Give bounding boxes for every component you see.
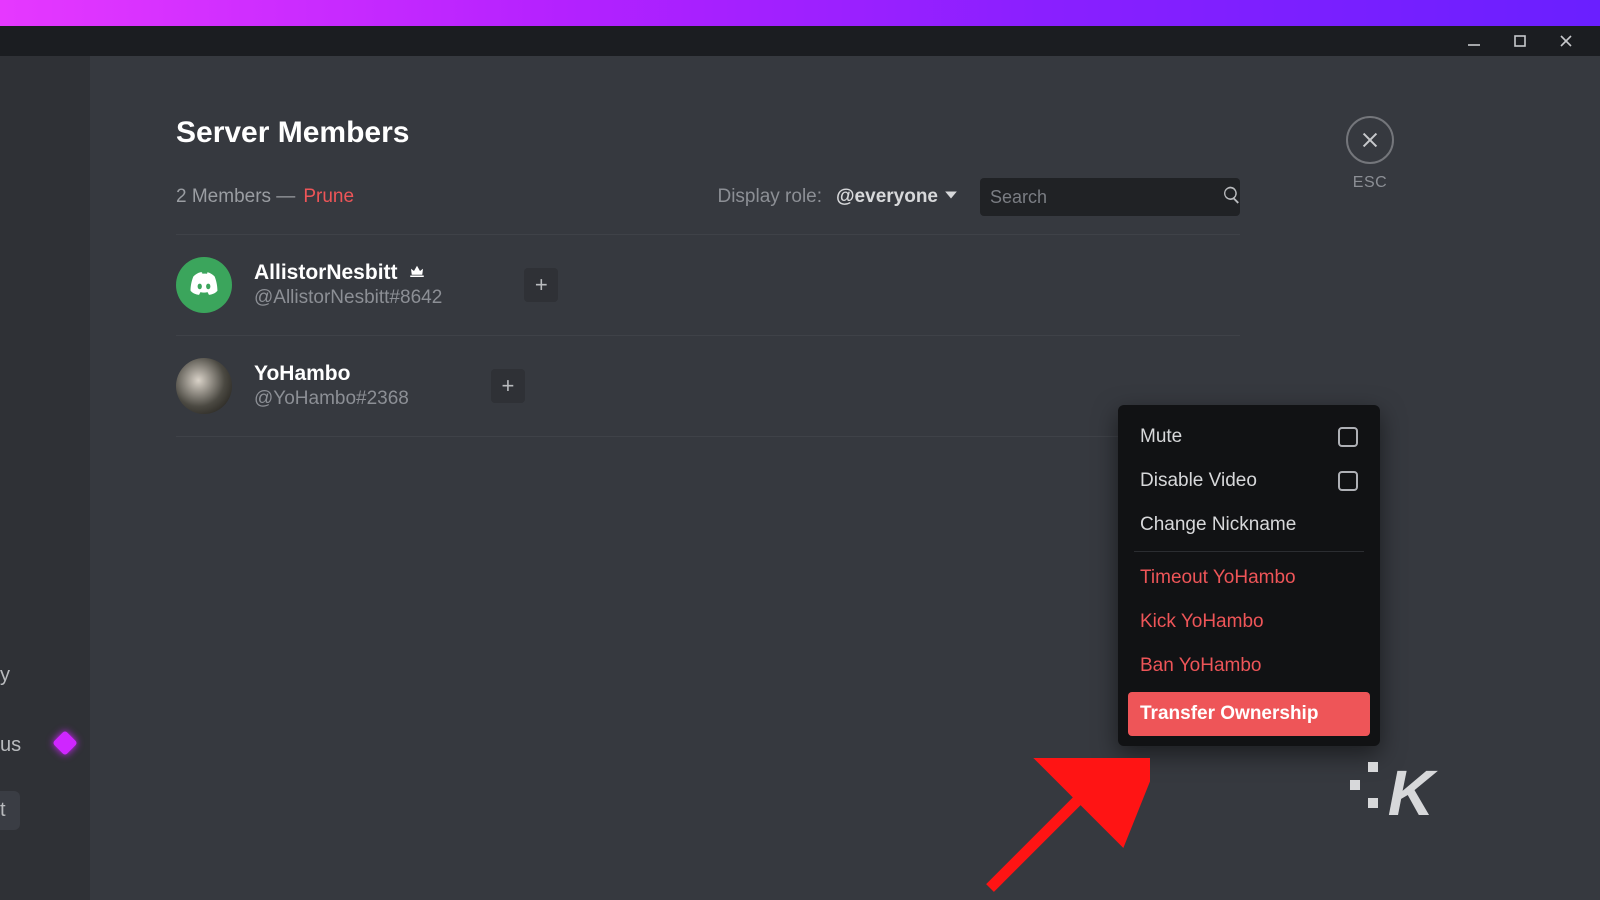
menu-separator <box>1134 551 1364 552</box>
add-role-button[interactable]: + <box>491 369 525 403</box>
ctx-ban[interactable]: Ban YoHambo <box>1128 644 1370 688</box>
ctx-timeout[interactable]: Timeout YoHambo <box>1128 556 1370 600</box>
owner-crown-icon <box>408 262 426 285</box>
chevron-down-icon <box>944 186 958 208</box>
settings-sidebar: y us t <box>0 56 90 900</box>
prune-link[interactable]: Prune <box>303 186 354 208</box>
sidebar-item-truncated[interactable]: t <box>0 791 20 830</box>
role-filter-label: Display role: <box>717 186 822 208</box>
avatar <box>176 257 232 313</box>
role-filter-selected: @everyone <box>836 186 938 208</box>
ctx-mute-label: Mute <box>1140 426 1182 448</box>
search-icon <box>1222 185 1242 210</box>
sidebar-item-truncated[interactable]: us <box>0 726 21 765</box>
checkbox-icon[interactable] <box>1338 471 1358 491</box>
member-count: 2 Members — <box>176 186 295 208</box>
window-close-button[interactable] <box>1552 27 1580 55</box>
ctx-ban-label: Ban YoHambo <box>1140 655 1262 677</box>
member-tag: @AllistorNesbitt#8642 <box>254 287 442 309</box>
desktop-frame: y us t Server Members 2 Members — Prune … <box>0 0 1600 900</box>
role-filter-dropdown[interactable]: @everyone <box>836 186 958 208</box>
watermark-dots-icon <box>1350 762 1378 808</box>
watermark-letter: K <box>1388 756 1430 830</box>
member-row[interactable]: YoHambo @YoHambo#2368 + <box>176 336 1240 437</box>
checkbox-icon[interactable] <box>1338 427 1358 447</box>
ctx-transfer-label: Transfer Ownership <box>1140 703 1318 725</box>
ctx-disable-video-label: Disable Video <box>1140 470 1257 492</box>
ctx-change-nickname[interactable]: Change Nickname <box>1128 503 1370 547</box>
sidebar-item-truncated[interactable]: y <box>0 656 10 695</box>
search-input[interactable] <box>990 187 1222 208</box>
ctx-mute[interactable]: Mute <box>1128 415 1370 459</box>
sidebar-edge <box>90 56 116 900</box>
window-minimize-button[interactable] <box>1460 27 1488 55</box>
ctx-timeout-label: Timeout YoHambo <box>1140 567 1296 589</box>
controls-row: 2 Members — Prune Display role: @everyon… <box>176 178 1240 216</box>
close-settings-button[interactable] <box>1346 116 1394 164</box>
member-context-menu: Mute Disable Video Change Nickname Timeo… <box>1118 405 1380 746</box>
ctx-disable-video[interactable]: Disable Video <box>1128 459 1370 503</box>
discord-logo-icon <box>187 268 221 302</box>
search-field[interactable] <box>980 178 1240 216</box>
ctx-transfer-ownership[interactable]: Transfer Ownership <box>1128 692 1370 736</box>
ctx-kick[interactable]: Kick YoHambo <box>1128 600 1370 644</box>
window-titlebar <box>0 26 1600 56</box>
add-role-button[interactable]: + <box>524 268 558 302</box>
member-texts: YoHambo @YoHambo#2368 <box>254 362 409 410</box>
ctx-change-nickname-label: Change Nickname <box>1140 514 1296 536</box>
boost-icon <box>52 730 77 755</box>
avatar <box>176 358 232 414</box>
page-title: Server Members <box>176 116 1240 150</box>
member-name: YoHambo <box>254 362 350 386</box>
close-icon <box>1359 129 1381 151</box>
esc-label: ESC <box>1353 174 1387 192</box>
member-row[interactable]: AllistorNesbitt @AllistorNesbitt#8642 + <box>176 235 1240 336</box>
ctx-kick-label: Kick YoHambo <box>1140 611 1264 633</box>
watermark: K <box>1350 756 1430 830</box>
window-maximize-button[interactable] <box>1506 27 1534 55</box>
member-name: AllistorNesbitt <box>254 261 398 285</box>
member-texts: AllistorNesbitt @AllistorNesbitt#8642 <box>254 261 442 309</box>
member-tag: @YoHambo#2368 <box>254 388 409 410</box>
